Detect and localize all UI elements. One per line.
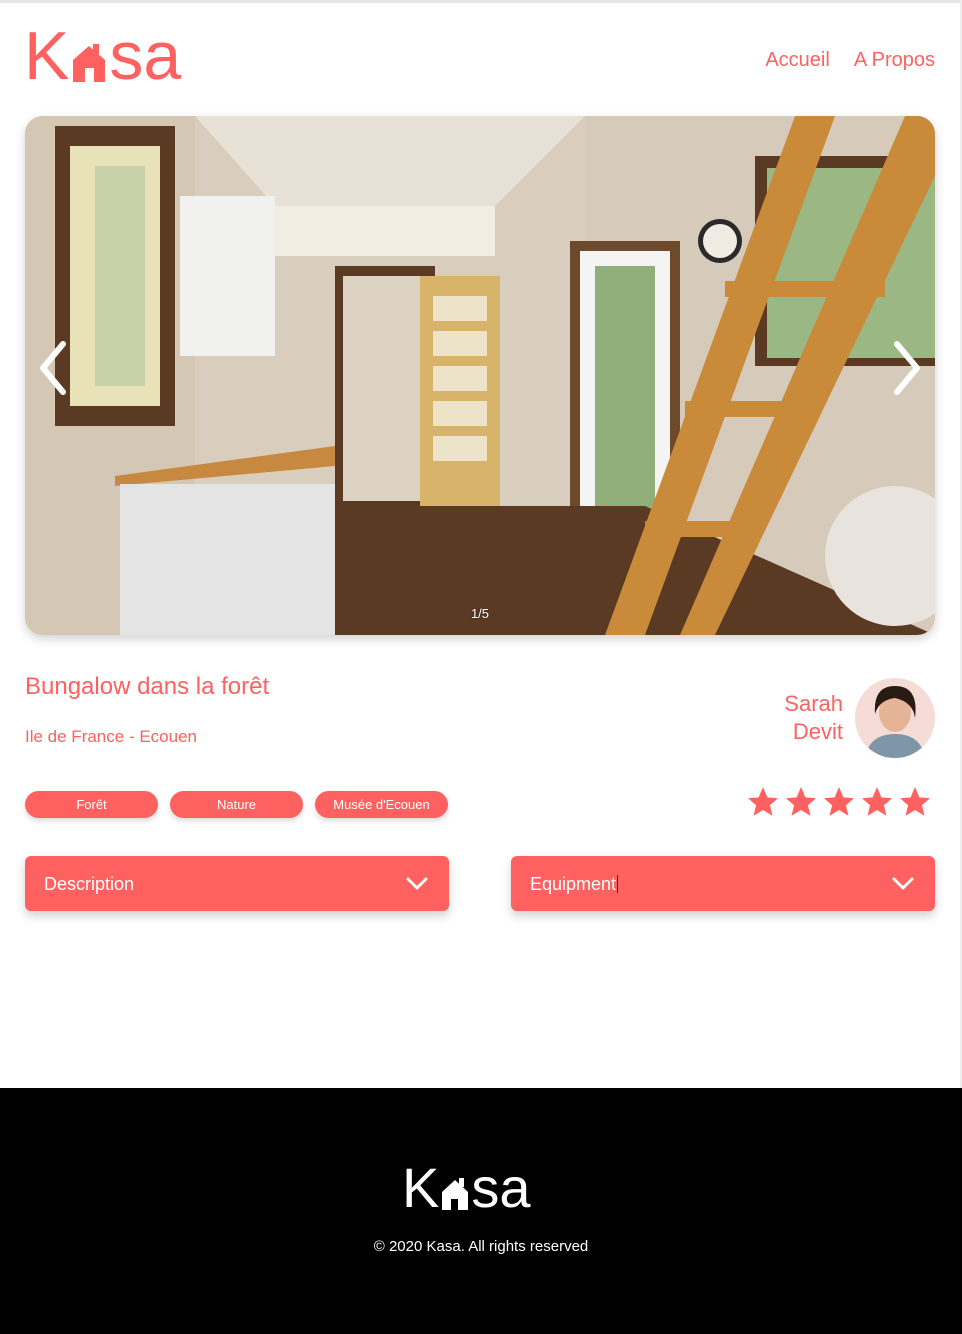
footer-logo[interactable]: K sa bbox=[402, 1160, 531, 1216]
listing-location: Ile de France - Ecouen bbox=[25, 727, 197, 746]
carousel-counter: 1/5 bbox=[470, 606, 490, 621]
listing-title: Bungalow dans la forêt bbox=[25, 673, 270, 700]
star-icon bbox=[824, 787, 854, 816]
tag[interactable]: Musée d'Ecouen bbox=[315, 791, 448, 818]
host-card: Sarah Devit bbox=[763, 678, 935, 758]
nav-link-home[interactable]: Accueil bbox=[765, 47, 829, 73]
kasa-logo[interactable]: K sa bbox=[24, 18, 182, 94]
nav-link-about[interactable]: A Propos bbox=[854, 47, 935, 73]
logo-letters-sa: sa bbox=[109, 18, 182, 94]
logo-letter-k: K bbox=[24, 18, 70, 94]
equipment-label-text: Equipment bbox=[530, 874, 617, 894]
chevron-down-icon bbox=[406, 877, 428, 890]
carousel-prev-button[interactable] bbox=[33, 338, 81, 398]
footer-logo-letters-sa: sa bbox=[471, 1156, 531, 1219]
chevron-right-icon bbox=[894, 341, 920, 395]
host-last-name: Devit bbox=[792, 719, 843, 744]
rating bbox=[745, 784, 933, 820]
star-icon bbox=[748, 787, 778, 816]
top-border bbox=[0, 0, 962, 3]
carousel-next-button[interactable] bbox=[879, 338, 927, 398]
copyright-text: © 2020 Kasa. All rights reserved bbox=[373, 1238, 589, 1255]
tag[interactable]: Forêt bbox=[25, 791, 158, 818]
equipment-label: Equipment bbox=[530, 873, 619, 895]
house-icon bbox=[439, 1160, 471, 1216]
host-name: Sarah Devit bbox=[763, 690, 843, 746]
host-first-name: Sarah bbox=[784, 691, 843, 716]
chevron-left-icon bbox=[40, 341, 66, 395]
main-nav: Accueil A Propos bbox=[765, 47, 935, 73]
star-icon bbox=[786, 787, 816, 816]
chevron-down-icon bbox=[892, 877, 914, 890]
text-cursor bbox=[617, 875, 619, 893]
star-icon bbox=[862, 787, 892, 816]
star-icon bbox=[900, 787, 930, 816]
description-label: Description bbox=[44, 874, 135, 894]
description-collapse-button[interactable]: Description bbox=[25, 856, 449, 911]
house-icon bbox=[69, 24, 109, 88]
footer: K sa © 2020 Kasa. All rights reserved bbox=[0, 1088, 962, 1334]
tiny-house-interior-photo bbox=[25, 116, 935, 635]
footer-logo-letter-k: K bbox=[402, 1156, 440, 1219]
tag[interactable]: Nature bbox=[170, 791, 303, 818]
image-carousel: 1/5 bbox=[25, 116, 935, 635]
host-avatar bbox=[855, 678, 935, 758]
equipment-collapse-button[interactable]: Equipment bbox=[511, 856, 935, 911]
tag-list: Forêt Nature Musée d'Ecouen bbox=[25, 791, 448, 818]
